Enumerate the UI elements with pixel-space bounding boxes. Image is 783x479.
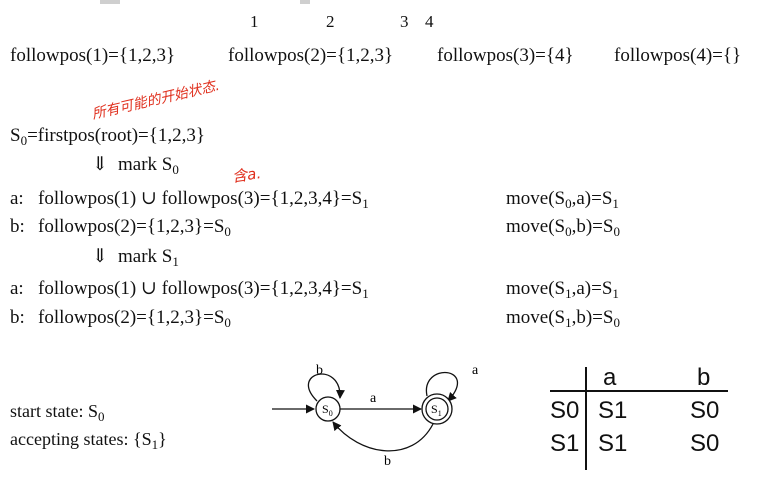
position-index: 2 [326, 12, 335, 31]
accepting-states: accepting states: {S1} [10, 429, 167, 452]
start-state: start state: S0 [10, 401, 105, 424]
cropped-text-remnant [100, 0, 120, 4]
transition-label-a: a: [10, 188, 24, 209]
loop-s0-label: b [316, 363, 323, 378]
followpos-entry: followpos(3)={4} [437, 45, 574, 66]
edge-b [332, 421, 434, 452]
handwritten-annotation: 含a. [230, 164, 263, 186]
table-header-b: b [697, 364, 711, 391]
move-s1-b: move(S1,b)=S0 [506, 307, 620, 330]
transition-table: a b S0 S1 S0 S1 S1 S0 [548, 364, 768, 474]
table-state-cell: S0 [550, 397, 580, 424]
mark-s1: mark S1 [118, 246, 179, 269]
transition-label-b: b: [10, 307, 25, 328]
transition-label-b: b: [10, 216, 25, 237]
move-s0-b: move(S0,b)=S0 [506, 216, 620, 239]
move-s1-a: move(S1,a)=S1 [506, 278, 619, 301]
transition-a-s0: followpos(1) ∪ followpos(3)={1,2,3,4}=S1 [38, 188, 369, 211]
transition-label-a: a: [10, 278, 24, 299]
s0-definition: S0=firstpos(root)={1,2,3} [10, 125, 206, 148]
mark-arrow: ⇓ [92, 154, 108, 175]
position-index: 3 [400, 12, 409, 31]
dfa-diagram: S0 S1 a b b a [272, 363, 479, 469]
mark-arrow: ⇓ [92, 246, 108, 267]
table-vertical-rule [585, 367, 587, 470]
transition-a-s1: followpos(1) ∪ followpos(3)={1,2,3,4}=S1 [38, 278, 369, 301]
position-index: 4 [425, 12, 434, 31]
edge-a-label: a [370, 391, 377, 406]
handwritten-annotation: 所有可能的开始状态. [90, 77, 222, 123]
table-cell: S1 [598, 397, 628, 424]
edge-b-label: b [384, 454, 391, 469]
loop-s1-label: a [472, 363, 479, 378]
cropped-text-remnant [300, 0, 310, 4]
followpos-entry: followpos(4)={} [614, 45, 742, 66]
mark-s0: mark S0 [118, 154, 179, 177]
table-header-a: a [603, 364, 617, 391]
transition-b-s1: followpos(2)={1,2,3}=S0 [38, 307, 231, 330]
table-cell: S1 [598, 430, 628, 457]
table-cell: S0 [690, 430, 720, 457]
followpos-entry: followpos(2)={1,2,3} [228, 45, 394, 66]
transition-b-s0: followpos(2)={1,2,3}=S0 [38, 216, 231, 239]
table-cell: S0 [690, 397, 720, 424]
move-s0-a: move(S0,a)=S1 [506, 188, 619, 211]
table-state-cell: S1 [550, 430, 580, 457]
followpos-entry: followpos(1)={1,2,3} [10, 45, 176, 66]
position-index: 1 [250, 12, 259, 31]
